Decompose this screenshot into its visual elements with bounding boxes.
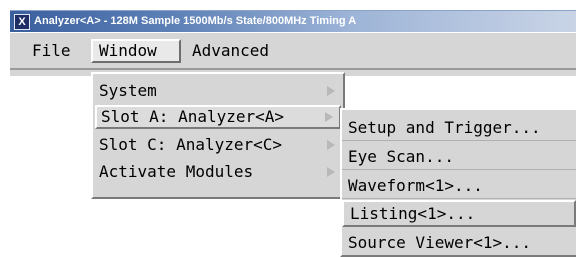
menu-item-label: System <box>99 81 157 100</box>
submenu-item-setup-trigger[interactable]: Setup and Trigger... <box>342 114 576 141</box>
submenu-arrow-icon <box>327 86 335 96</box>
menu-advanced[interactable]: Advanced <box>186 39 275 63</box>
menu-item-label: Slot A: Analyzer<A> <box>101 107 285 126</box>
menu-item-label: Activate Modules <box>99 162 254 181</box>
slot-a-submenu: Setup and Trigger... Eye Scan... Wavefor… <box>340 108 576 257</box>
submenu-item-eye-scan[interactable]: Eye Scan... <box>342 143 576 170</box>
submenu-arrow-icon <box>325 112 333 122</box>
app-x-icon[interactable]: X <box>14 14 30 30</box>
menu-item-activate-modules[interactable]: Activate Modules <box>95 160 341 184</box>
submenu-arrow-icon <box>327 167 335 177</box>
submenu-item-source-viewer[interactable]: Source Viewer<1>... <box>342 229 576 256</box>
submenu-arrow-icon <box>327 140 335 150</box>
window-title: Analyzer<A> - 128M Sample 1500Mb/s State… <box>34 15 357 27</box>
menu-item-label: Slot C: Analyzer<C> <box>99 135 283 154</box>
menubar-divider <box>10 68 576 70</box>
window-titlebar: X Analyzer<A> - 128M Sample 1500Mb/s Sta… <box>10 10 576 32</box>
menu-window[interactable]: Window <box>91 39 181 63</box>
submenu-item-listing[interactable]: Listing<1>... <box>342 200 576 227</box>
menu-item-slot-a[interactable]: Slot A: Analyzer<A> <box>95 105 341 129</box>
menu-item-slot-c[interactable]: Slot C: Analyzer<C> <box>95 133 341 157</box>
menu-item-system[interactable]: System <box>95 79 341 103</box>
window-menu: System Slot A: Analyzer<A> Slot C: Analy… <box>91 72 345 199</box>
menu-file[interactable]: File <box>26 39 77 63</box>
submenu-item-waveform[interactable]: Waveform<1>... <box>342 172 576 199</box>
